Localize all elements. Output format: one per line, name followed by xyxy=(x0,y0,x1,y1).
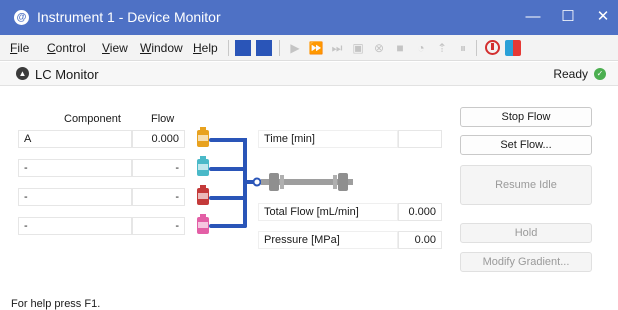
modify-gradient-button[interactable]: Modify Gradient... xyxy=(460,252,592,272)
time-value xyxy=(398,130,442,148)
window-title: Instrument 1 - Device Monitor xyxy=(37,9,221,25)
start-icon[interactable]: ▶ xyxy=(287,40,303,56)
collapse-chevron-icon[interactable]: ▲ xyxy=(16,67,29,80)
ready-check-icon: ✓ xyxy=(594,68,606,80)
status-bar: For help press F1. xyxy=(11,298,101,310)
toolbar-separator xyxy=(228,40,229,56)
menu-file[interactable]: File xyxy=(10,41,29,55)
equilibrate-icon[interactable]: ◔ xyxy=(413,40,429,56)
panel-header: ▲ LC Monitor Ready ✓ xyxy=(0,62,618,86)
mixer-icon xyxy=(252,177,262,187)
component-cell: - xyxy=(18,159,132,177)
skip-next-icon[interactable]: ⏭ xyxy=(329,40,345,56)
component-cell: - xyxy=(18,188,132,206)
component-column-header: Component xyxy=(64,113,121,125)
status-text: Ready xyxy=(553,67,588,81)
purge-icon[interactable]: ⇡ xyxy=(434,40,450,56)
abort-icon[interactable]: ⊗ xyxy=(371,40,387,56)
total-flow-value: 0.000 xyxy=(398,203,442,221)
sample-queue-icon[interactable] xyxy=(235,40,251,56)
time-label: Time [min] xyxy=(258,130,398,148)
network-icon[interactable] xyxy=(505,40,521,56)
maximize-button[interactable]: ☐ xyxy=(553,5,583,29)
fast-forward-icon[interactable]: ⏩ xyxy=(308,40,324,56)
minimize-button[interactable]: — xyxy=(518,5,548,29)
stop-flow-button[interactable]: Stop Flow xyxy=(460,107,592,127)
toolbar-separator xyxy=(279,40,280,56)
flow-column-header: Flow xyxy=(151,113,175,125)
menu-view[interactable]: View xyxy=(102,41,128,55)
flow-cell: 0.000 xyxy=(132,130,185,148)
menu-help[interactable]: Help xyxy=(193,41,218,55)
panel-title: LC Monitor xyxy=(35,67,99,82)
pause-icon[interactable]: ⏸ xyxy=(455,40,471,56)
close-button[interactable]: ✕ xyxy=(588,5,618,29)
component-cell: - xyxy=(18,217,132,235)
menu-bar: File Control View Window Help ▶ ⏩ ⏭ ▣ ⊗ … xyxy=(0,35,618,61)
column-fitting-icon xyxy=(269,173,279,191)
power-icon[interactable] xyxy=(485,40,500,55)
toolbar-separator xyxy=(476,40,477,56)
app-icon: @ xyxy=(14,10,29,25)
pressure-value: 0.00 xyxy=(398,231,442,249)
flow-cell: - xyxy=(132,159,185,177)
pressure-label: Pressure [MPa] xyxy=(258,231,398,249)
set-flow-button[interactable]: Set Flow... xyxy=(460,135,592,155)
menu-control[interactable]: Control xyxy=(47,41,86,55)
flow-cell: - xyxy=(132,217,185,235)
snapshot-icon[interactable]: ▣ xyxy=(350,40,366,56)
menu-window[interactable]: Window xyxy=(140,41,183,55)
title-bar: @ Instrument 1 - Device Monitor — ☐ ✕ xyxy=(0,0,618,35)
hold-button[interactable]: Hold xyxy=(460,223,592,243)
stop-icon[interactable]: ■ xyxy=(392,40,408,56)
solvent-line xyxy=(209,138,247,228)
flow-cell: - xyxy=(132,188,185,206)
total-flow-label: Total Flow [mL/min] xyxy=(258,203,398,221)
component-cell: A xyxy=(18,130,132,148)
resume-idle-button[interactable]: Resume Idle xyxy=(460,165,592,205)
column-fitting-icon xyxy=(338,173,348,191)
instrument-method-icon[interactable] xyxy=(256,40,272,56)
